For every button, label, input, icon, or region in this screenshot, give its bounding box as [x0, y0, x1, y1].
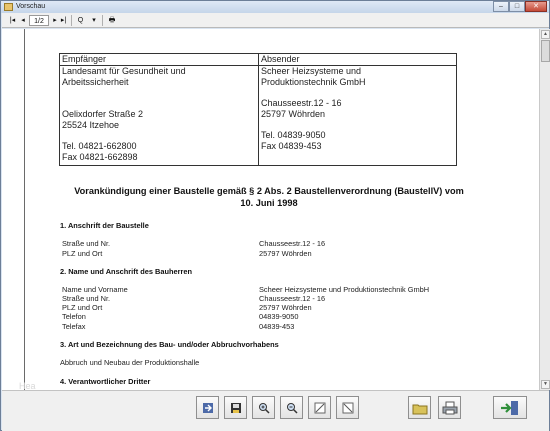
- exit-door-icon: [501, 400, 518, 415]
- zoom-in-icon: [258, 402, 270, 414]
- recipient-line: Arbeitssicherheit: [62, 77, 129, 87]
- window-title: Vorschau: [16, 3, 46, 10]
- previous-page-button[interactable]: [308, 396, 331, 419]
- document-viewport[interactable]: Empfänger Absender Landesamt für Gesundh…: [2, 29, 539, 390]
- scroll-up-icon[interactable]: ▲: [541, 30, 550, 39]
- vertical-scrollbar[interactable]: ▲ ▼: [539, 29, 550, 390]
- recipient-line: Tel. 04821-662800: [62, 141, 137, 151]
- field-label: Straße und Nr.: [62, 239, 111, 248]
- scroll-down-icon[interactable]: ▼: [541, 380, 550, 389]
- recipient-line: 25524 Itzehoe: [62, 120, 120, 130]
- app-icon: [4, 3, 13, 11]
- field-value: 04839-453: [259, 322, 295, 331]
- print-icon[interactable]: 🖶: [106, 15, 118, 26]
- sender-line: Fax 04839-453: [261, 141, 322, 151]
- sender-line: 25797 Wöhrden: [261, 109, 326, 119]
- zoom-icon[interactable]: Q: [76, 15, 85, 26]
- recipient-header: Empfänger: [62, 54, 107, 64]
- field-value: Scheer Heizsysteme und Produktionstechni…: [259, 285, 430, 294]
- field-value: Chausseestr.12 - 16: [259, 294, 326, 303]
- export-button[interactable]: [196, 396, 219, 419]
- bottom-toolbar: [2, 390, 549, 431]
- field-label: Name und Vorname: [62, 285, 128, 294]
- zoom-out-button[interactable]: [280, 396, 303, 419]
- section-title: 1. Anschrift der Baustelle: [60, 221, 149, 230]
- table-divider: [258, 54, 259, 165]
- section-title: 4. Verantwortlicher Dritter: [60, 377, 151, 386]
- preview-window: Vorschau – □ ✕ |◂ ◂ 1/2 ▸ ▸| Q ▾ 🖶 Empfä…: [0, 0, 550, 431]
- zoom-in-button[interactable]: [252, 396, 275, 419]
- section-title: 3. Art und Bezeichnung des Bau- und/oder…: [60, 340, 279, 349]
- field-label: Straße und Nr.: [62, 294, 111, 303]
- save-button[interactable]: [224, 396, 247, 419]
- sender-line: Chausseestr.12 - 16: [261, 98, 342, 108]
- address-table: Empfänger Absender Landesamt für Gesundh…: [59, 53, 457, 166]
- heading-line: Vorankündigung einer Baustelle gemäß § 2…: [74, 186, 464, 196]
- scroll-thumb[interactable]: [541, 40, 550, 62]
- last-page-button[interactable]: ▸|: [59, 15, 68, 26]
- next-page-button[interactable]: [336, 396, 359, 419]
- field-value: 25797 Wöhrden: [259, 249, 312, 258]
- sender-line: Produktionstechnik GmbH: [261, 77, 366, 87]
- toolbar-separator: [102, 15, 103, 26]
- field-value: Chausseestr.12 - 16: [259, 239, 326, 248]
- zoom-dropdown-button[interactable]: ▾: [90, 15, 98, 26]
- field-label: PLZ und Ort: [62, 303, 103, 312]
- folder-icon: [412, 404, 427, 414]
- next-page-button[interactable]: ▸: [51, 15, 59, 26]
- recipient-line: Landesamt für Gesundheit und: [62, 66, 186, 76]
- toolbar: |◂ ◂ 1/2 ▸ ▸| Q ▾ 🖶: [2, 13, 549, 28]
- field-label: PLZ und Ort: [62, 249, 103, 258]
- field-value: 04839-9050: [259, 312, 299, 321]
- title-bar[interactable]: Vorschau – □ ✕: [1, 1, 549, 13]
- sender-header: Absender: [261, 54, 300, 64]
- section-title: 2. Name und Anschrift des Bauherren: [60, 267, 192, 276]
- document-heading: Vorankündigung einer Baustelle gemäß § 2…: [59, 185, 479, 209]
- sender-line: Scheer Heizsysteme und: [261, 66, 362, 76]
- recipient-line: Oelixdorfer Straße 2: [62, 109, 144, 119]
- sender-line: Tel. 04839-9050: [261, 130, 326, 140]
- exit-button[interactable]: [493, 396, 527, 419]
- window-controls: – □ ✕: [493, 1, 547, 12]
- export-icon: [202, 402, 213, 413]
- prev-page-button[interactable]: ◂: [19, 15, 27, 26]
- open-button[interactable]: [408, 396, 431, 419]
- zoom-out-icon: [286, 402, 298, 414]
- close-button[interactable]: ✕: [525, 1, 547, 12]
- save-icon: [230, 402, 241, 413]
- field-label: Telefax: [62, 322, 86, 331]
- page-number-field[interactable]: 1/2: [29, 15, 49, 26]
- first-page-button[interactable]: |◂: [8, 15, 17, 26]
- page-forward-icon: [342, 402, 353, 413]
- heading-line: 10. Juni 1998: [240, 198, 298, 208]
- field-label: Telefon: [62, 312, 86, 321]
- page-back-icon: [314, 402, 325, 413]
- section-text: Abbruch und Neubau der Produktionshalle: [60, 358, 200, 367]
- recipient-line: Fax 04821-662898: [62, 152, 138, 162]
- print-button[interactable]: [438, 396, 461, 419]
- field-value: 25797 Wöhrden: [259, 303, 312, 312]
- document-page: Empfänger Absender Landesamt für Gesundh…: [24, 29, 538, 390]
- minimize-button[interactable]: –: [493, 1, 509, 12]
- background-watermark-text: Hea: [19, 381, 36, 390]
- printer-icon: [442, 401, 457, 414]
- toolbar-separator: [71, 15, 72, 26]
- maximize-button[interactable]: □: [509, 1, 525, 12]
